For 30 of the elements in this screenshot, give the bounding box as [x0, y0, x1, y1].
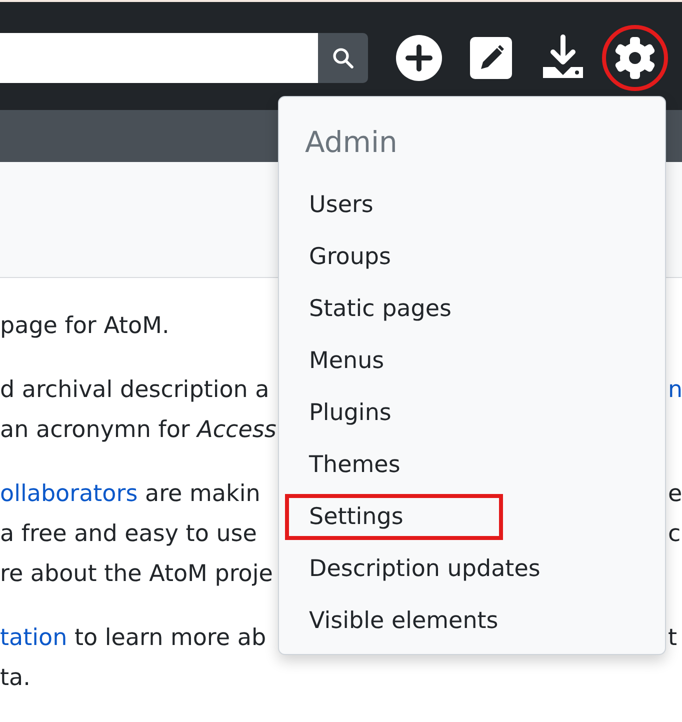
- paragraph-line: an acronymn for Access: [0, 416, 276, 445]
- text-fragment: e: [668, 480, 682, 509]
- search-field[interactable]: [0, 33, 318, 83]
- paragraph-line: page for AtoM.: [0, 312, 170, 341]
- text-fragment: c: [668, 520, 681, 549]
- text-fragment: n: [668, 376, 682, 405]
- search-icon: [332, 47, 354, 69]
- plus-circle-icon: [395, 34, 443, 82]
- text-fragment: t: [668, 624, 678, 653]
- pencil-icon: [470, 37, 512, 79]
- menu-header: Admin: [304, 124, 398, 161]
- menu-item[interactable]: Groups: [285, 234, 416, 280]
- paragraph-line: ta.: [0, 664, 30, 693]
- menu-item[interactable]: Users: [285, 182, 398, 228]
- paragraph-line: a free and easy to use: [0, 520, 257, 549]
- paragraph-line: tation to learn more ab: [0, 624, 266, 653]
- menu-item[interactable]: Static pages: [285, 286, 476, 332]
- menu-item[interactable]: Menus: [285, 338, 408, 384]
- search-button[interactable]: [318, 33, 368, 83]
- link[interactable]: tation: [0, 625, 68, 651]
- link[interactable]: ollaborators: [0, 481, 138, 507]
- settings-button[interactable]: [602, 25, 668, 91]
- menu-item[interactable]: Themes: [285, 442, 424, 488]
- paragraph-line: ollaborators are makin: [0, 480, 260, 509]
- paragraph-line: re about the AtoM proje: [0, 560, 273, 589]
- paragraph-line: d archival description a: [0, 376, 270, 405]
- menu-item[interactable]: Plugins: [285, 390, 416, 436]
- menu-item[interactable]: Visible elements: [285, 598, 522, 644]
- menu-item[interactable]: Settings: [285, 494, 504, 540]
- menu-item[interactable]: Description updates: [285, 546, 564, 592]
